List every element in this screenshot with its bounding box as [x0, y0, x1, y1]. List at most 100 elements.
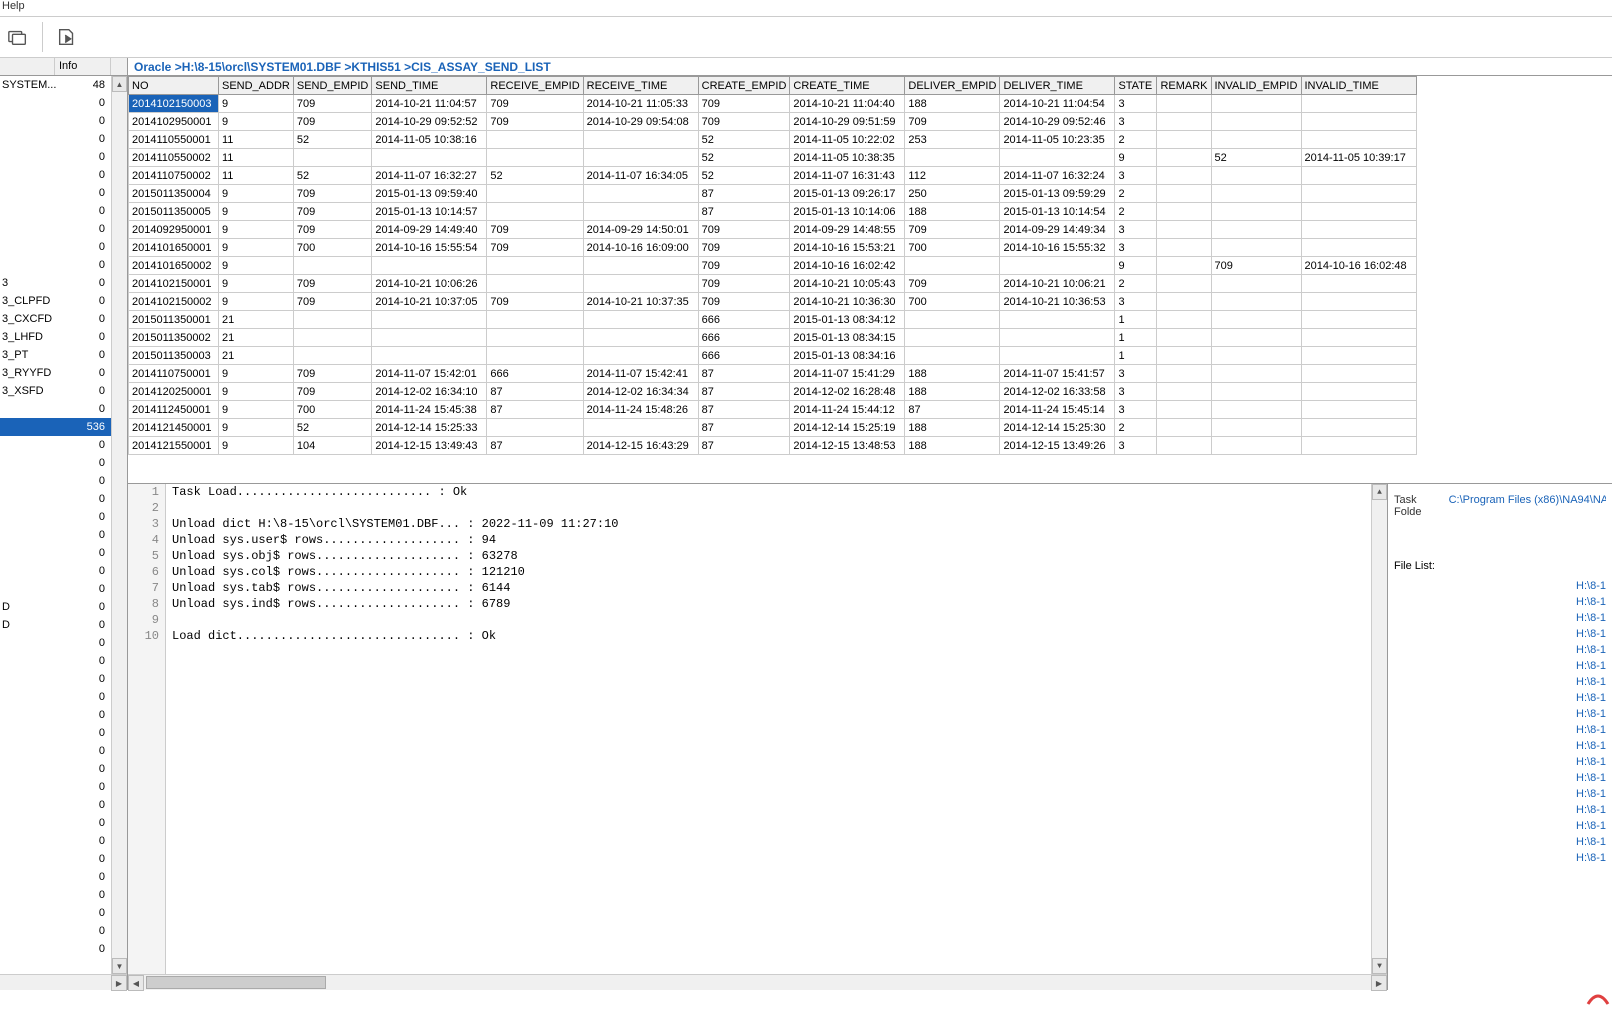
- table-row[interactable]: 201411075000197092014-11-07 15:42:016662…: [129, 365, 1417, 383]
- tree-item[interactable]: 0: [0, 940, 127, 958]
- tree-col-info[interactable]: Info: [55, 58, 111, 75]
- table-row[interactable]: 201412025000197092014-12-02 16:34:108720…: [129, 383, 1417, 401]
- tree-item[interactable]: 0: [0, 868, 127, 886]
- tree-item[interactable]: 0: [0, 94, 127, 112]
- column-header-invalid_empid[interactable]: INVALID_EMPID: [1211, 77, 1301, 95]
- table-row[interactable]: 201410215000397092014-10-21 11:04:577092…: [129, 95, 1417, 113]
- log-output[interactable]: Task Load........................... : O…: [166, 484, 1371, 974]
- column-header-deliver_time[interactable]: DELIVER_TIME: [1000, 77, 1115, 95]
- log-hscrollbar[interactable]: ◀ ▶: [128, 974, 1387, 990]
- scroll-right-icon[interactable]: ▶: [1371, 975, 1387, 991]
- file-list-item[interactable]: H:\8-1: [1394, 804, 1606, 820]
- tree-item[interactable]: 536: [0, 418, 127, 436]
- tree-item[interactable]: 0: [0, 886, 127, 904]
- file-list-item[interactable]: H:\8-1: [1394, 692, 1606, 708]
- tree-item[interactable]: 3_RYYFD0: [0, 364, 127, 382]
- column-header-receive_time[interactable]: RECEIVE_TIME: [583, 77, 698, 95]
- tree-item[interactable]: 0: [0, 562, 127, 580]
- tree-item[interactable]: 0: [0, 778, 127, 796]
- file-list-item[interactable]: H:\8-1: [1394, 740, 1606, 756]
- table-row[interactable]: 201409295000197092014-09-29 14:49:407092…: [129, 221, 1417, 239]
- file-list-item[interactable]: H:\8-1: [1394, 708, 1606, 724]
- tree-item[interactable]: 0: [0, 202, 127, 220]
- tree-item[interactable]: 0: [0, 706, 127, 724]
- tree-item[interactable]: D0: [0, 598, 127, 616]
- tree-item[interactable]: 0: [0, 904, 127, 922]
- tree-item[interactable]: 0: [0, 760, 127, 778]
- file-list-item[interactable]: H:\8-1: [1394, 660, 1606, 676]
- scroll-down-icon[interactable]: ▼: [112, 958, 127, 974]
- tree-item[interactable]: 0: [0, 238, 127, 256]
- column-header-receive_empid[interactable]: RECEIVE_EMPID: [487, 77, 583, 95]
- tree-item[interactable]: 0: [0, 922, 127, 940]
- file-list-item[interactable]: H:\8-1: [1394, 836, 1606, 852]
- file-list-item[interactable]: H:\8-1: [1394, 772, 1606, 788]
- tree-col-name[interactable]: [0, 58, 55, 75]
- table-row[interactable]: 201410215000197092014-10-21 10:06:267092…: [129, 275, 1417, 293]
- tree-item[interactable]: 0: [0, 670, 127, 688]
- table-row[interactable]: 201501135000497092015-01-13 09:59:408720…: [129, 185, 1417, 203]
- table-row[interactable]: 20141214500019522014-12-14 15:25:3387201…: [129, 419, 1417, 437]
- column-header-no[interactable]: NO: [129, 77, 219, 95]
- tree-item[interactable]: 0: [0, 400, 127, 418]
- tree-item[interactable]: SYSTEM...48: [0, 76, 127, 94]
- column-header-state[interactable]: STATE: [1115, 77, 1157, 95]
- table-row[interactable]: 201410165000297092014-10-16 16:02:429709…: [129, 257, 1417, 275]
- file-list-item[interactable]: H:\8-1: [1394, 580, 1606, 596]
- column-header-remark[interactable]: REMARK: [1157, 77, 1211, 95]
- table-row[interactable]: 2015011350003216662015-01-13 08:34:161: [129, 347, 1417, 365]
- tree-item[interactable]: 0: [0, 256, 127, 274]
- tree-item[interactable]: 0: [0, 508, 127, 526]
- tree-item[interactable]: 0: [0, 814, 127, 832]
- tree-vscrollbar[interactable]: ▲ ▼: [111, 76, 127, 974]
- table-row[interactable]: 201411055000211522014-11-05 10:38:359522…: [129, 149, 1417, 167]
- tree-item[interactable]: 0: [0, 832, 127, 850]
- tree-item[interactable]: 0: [0, 454, 127, 472]
- file-list-item[interactable]: H:\8-1: [1394, 756, 1606, 772]
- scroll-up-icon[interactable]: ▲: [1372, 484, 1387, 500]
- file-list-item[interactable]: H:\8-1: [1394, 612, 1606, 628]
- scroll-right-icon[interactable]: ▶: [111, 975, 127, 991]
- tree-item[interactable]: 0: [0, 634, 127, 652]
- tree-item[interactable]: 0: [0, 526, 127, 544]
- table-row[interactable]: 201501135000597092015-01-13 10:14:578720…: [129, 203, 1417, 221]
- tree-item[interactable]: D0: [0, 616, 127, 634]
- file-list-item[interactable]: H:\8-1: [1394, 628, 1606, 644]
- tree-item[interactable]: 3_CLPFD0: [0, 292, 127, 310]
- tree-item[interactable]: 0: [0, 652, 127, 670]
- column-header-invalid_time[interactable]: INVALID_TIME: [1301, 77, 1416, 95]
- column-header-create_empid[interactable]: CREATE_EMPID: [698, 77, 790, 95]
- file-list-item[interactable]: H:\8-1: [1394, 644, 1606, 660]
- tree-item[interactable]: 0: [0, 436, 127, 454]
- table-row[interactable]: 201410295000197092014-10-29 09:52:527092…: [129, 113, 1417, 131]
- file-list-item[interactable]: H:\8-1: [1394, 724, 1606, 740]
- table-row[interactable]: 201410165000197002014-10-16 15:55:547092…: [129, 239, 1417, 257]
- tree-item[interactable]: 0: [0, 544, 127, 562]
- table-row[interactable]: 2015011350001216662015-01-13 08:34:121: [129, 311, 1417, 329]
- tree-body[interactable]: SYSTEM...480000000000303_CLPFD03_CXCFD03…: [0, 76, 127, 974]
- tree-item[interactable]: 0: [0, 490, 127, 508]
- file-list-item[interactable]: H:\8-1: [1394, 596, 1606, 612]
- file-list-item[interactable]: H:\8-1: [1394, 852, 1606, 868]
- tree-item[interactable]: 0: [0, 472, 127, 490]
- scroll-thumb[interactable]: [146, 976, 326, 989]
- tree-item[interactable]: 0: [0, 850, 127, 868]
- tree-item[interactable]: 3_CXCFD0: [0, 310, 127, 328]
- export-button[interactable]: [53, 23, 81, 51]
- file-list-item[interactable]: H:\8-1: [1394, 788, 1606, 804]
- table-row[interactable]: 201411075000211522014-11-07 16:32:275220…: [129, 167, 1417, 185]
- tree-item[interactable]: 0: [0, 130, 127, 148]
- tree-item[interactable]: 0: [0, 112, 127, 130]
- scroll-left-icon[interactable]: ◀: [128, 975, 144, 991]
- table-row[interactable]: 201410215000297092014-10-21 10:37:057092…: [129, 293, 1417, 311]
- scroll-down-icon[interactable]: ▼: [1372, 958, 1387, 974]
- column-header-deliver_empid[interactable]: DELIVER_EMPID: [905, 77, 1000, 95]
- data-grid[interactable]: NOSEND_ADDRSEND_EMPIDSEND_TIMERECEIVE_EM…: [128, 76, 1612, 484]
- column-header-create_time[interactable]: CREATE_TIME: [790, 77, 905, 95]
- column-header-send_time[interactable]: SEND_TIME: [372, 77, 487, 95]
- log-vscrollbar[interactable]: ▲ ▼: [1371, 484, 1387, 974]
- file-list-item[interactable]: H:\8-1: [1394, 820, 1606, 836]
- tree-item[interactable]: 0: [0, 580, 127, 598]
- tree-item[interactable]: 3_XSFD0: [0, 382, 127, 400]
- tree-item[interactable]: 0: [0, 148, 127, 166]
